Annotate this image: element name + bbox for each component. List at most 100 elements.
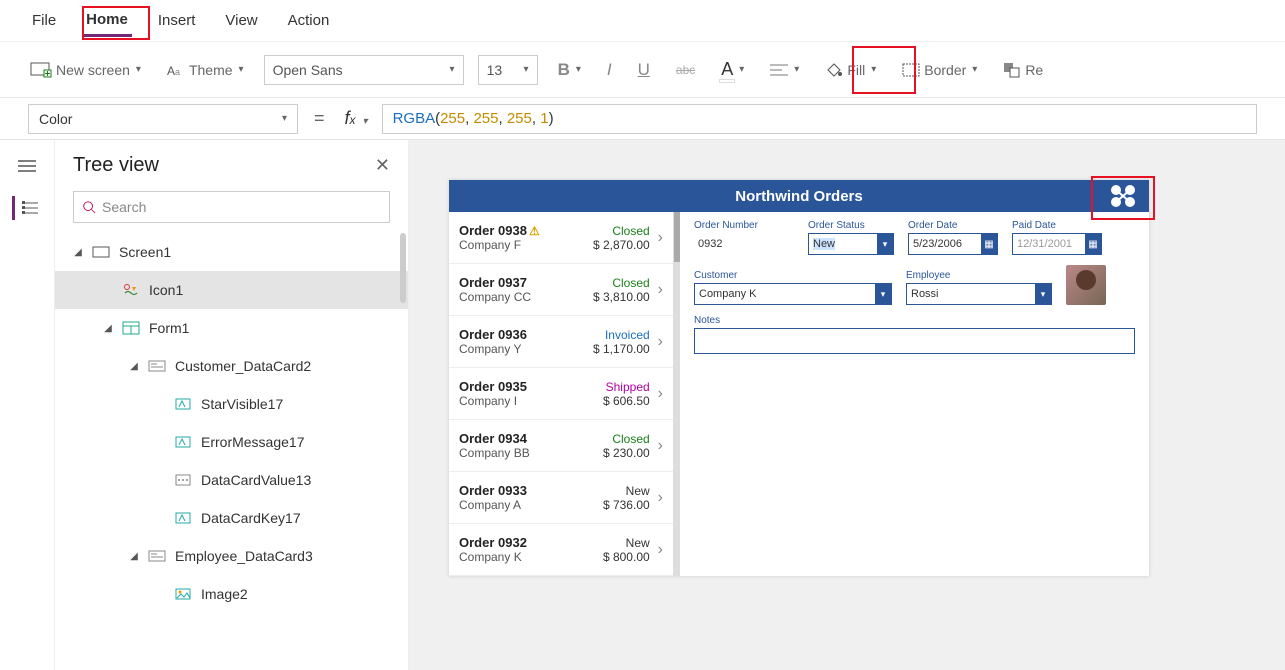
- tree-node-datacardkey[interactable]: DataCardKey17: [55, 499, 408, 537]
- font-color-button[interactable]: A ▾: [715, 55, 750, 85]
- theme-button[interactable]: Aa Theme ▾: [161, 55, 250, 85]
- app-header: Northwind Orders: [449, 180, 1149, 212]
- order-row[interactable]: Order 0935Company IShipped$ 606.50›: [449, 368, 673, 420]
- paid-date-input[interactable]: 12/31/2001▦: [1012, 233, 1102, 255]
- screen-icon: [91, 246, 111, 258]
- chevron-right-icon: ›: [658, 281, 663, 299]
- tree-node-label: Customer_DataCard2: [175, 358, 311, 374]
- order-row[interactable]: Order 0937Company CCClosed$ 3,810.00›: [449, 264, 673, 316]
- tree-node-label: Screen1: [119, 244, 171, 260]
- reorder-button[interactable]: Re: [997, 55, 1049, 85]
- order-company: Company A: [459, 498, 603, 512]
- formula-bar: Color ▾ = fx ▾ RGBA(255, 255, 255, 1): [0, 98, 1285, 140]
- rail-tree-view-icon[interactable]: [12, 196, 42, 220]
- svg-text:A: A: [167, 64, 175, 78]
- strikethrough-button[interactable]: abc: [670, 55, 701, 85]
- tab-view[interactable]: View: [221, 6, 261, 35]
- equals-label: =: [308, 108, 331, 129]
- underline-button[interactable]: U: [632, 55, 656, 85]
- fill-button[interactable]: Fill ▾: [819, 55, 882, 85]
- font-size-value: 13: [487, 62, 503, 78]
- label-icon: [173, 436, 193, 448]
- tree-node-label: ErrorMessage17: [201, 434, 305, 450]
- order-number-value: 0932: [694, 233, 794, 255]
- datacard-icon: [147, 550, 167, 562]
- property-select[interactable]: Color ▾: [28, 104, 298, 134]
- order-company: Company CC: [459, 290, 593, 304]
- border-button[interactable]: Border ▾: [896, 55, 983, 85]
- order-company: Company F: [459, 238, 593, 252]
- formula-token-fn: RGBA: [393, 110, 436, 127]
- canvas[interactable]: Northwind Orders Order 0938⚠Company FClo…: [409, 140, 1285, 670]
- order-amount: $ 2,870.00: [593, 238, 650, 252]
- tree-node-screen1[interactable]: ◢ Screen1: [55, 233, 408, 271]
- tree-node-employee-datacard[interactable]: ◢ Employee_DataCard3: [55, 537, 408, 575]
- app-corner-icon[interactable]: [1101, 182, 1145, 210]
- tree-node-datacardvalue[interactable]: DataCardValue13: [55, 461, 408, 499]
- reorder-label: Re: [1025, 62, 1043, 78]
- tab-insert[interactable]: Insert: [154, 6, 200, 35]
- fx-icon[interactable]: fx ▾: [341, 108, 372, 129]
- notes-input[interactable]: [694, 328, 1135, 354]
- tree-node-label: DataCardValue13: [201, 472, 311, 488]
- order-status-label: Order Status: [808, 220, 894, 231]
- order-number: Order 0936: [459, 327, 593, 342]
- font-size-select[interactable]: 13 ▾: [478, 55, 538, 85]
- order-status: New: [603, 536, 650, 550]
- tree: ◢ Screen1 Icon1 ◢ Form1 ◢ Customer_DataC…: [55, 233, 408, 670]
- new-screen-button[interactable]: New screen ▾: [24, 55, 147, 85]
- tree-node-errormessage[interactable]: ErrorMessage17: [55, 423, 408, 461]
- order-gallery[interactable]: Order 0938⚠Company FClosed$ 2,870.00› Ord…: [449, 212, 674, 576]
- order-row[interactable]: Order 0932Company KNew$ 800.00›: [449, 524, 673, 576]
- order-company: Company BB: [459, 446, 603, 460]
- order-row[interactable]: Order 0934Company BBClosed$ 230.00›: [449, 420, 673, 472]
- tab-action[interactable]: Action: [284, 6, 334, 35]
- order-row[interactable]: Order 0938⚠Company FClosed$ 2,870.00›: [449, 212, 673, 264]
- order-date-input[interactable]: 5/23/2006▦: [908, 233, 998, 255]
- tree-node-icon1[interactable]: Icon1: [55, 271, 408, 309]
- fill-label: Fill: [847, 62, 865, 78]
- italic-button[interactable]: I: [601, 55, 618, 85]
- rail-hamburger-icon[interactable]: [12, 154, 42, 178]
- customer-label: Customer: [694, 270, 892, 281]
- chevron-down-icon: ▾: [524, 64, 529, 75]
- tree-node-label: Employee_DataCard3: [175, 548, 313, 564]
- property-value: Color: [39, 111, 72, 127]
- close-icon[interactable]: ✕: [375, 155, 390, 176]
- tree-node-form1[interactable]: ◢ Form1: [55, 309, 408, 347]
- tree-scrollbar[interactable]: [400, 233, 406, 303]
- order-amount: $ 736.00: [603, 498, 650, 512]
- order-number: Order 0932: [459, 535, 603, 550]
- search-input[interactable]: Search: [73, 191, 390, 223]
- app-preview: Northwind Orders Order 0938⚠Company FClo…: [449, 180, 1149, 576]
- app-title: Northwind Orders: [735, 188, 863, 205]
- order-amount: $ 3,810.00: [593, 290, 650, 304]
- order-form: Order Number 0932 Order Status New▾ Orde…: [680, 212, 1149, 576]
- tree-node-label: DataCardKey17: [201, 510, 301, 526]
- tab-home[interactable]: Home: [82, 5, 132, 37]
- bold-button[interactable]: B▾: [552, 55, 587, 85]
- align-button[interactable]: ▾: [764, 55, 805, 85]
- tree-node-starvisible[interactable]: StarVisible17: [55, 385, 408, 423]
- formula-input[interactable]: RGBA(255, 255, 255, 1): [382, 104, 1257, 134]
- employee-avatar: [1066, 265, 1106, 305]
- tree-node-customer-datacard[interactable]: ◢ Customer_DataCard2: [55, 347, 408, 385]
- tree-node-label: Image2: [201, 586, 248, 602]
- tree-view-title: Tree view: [73, 154, 159, 177]
- chevron-down-icon: ▾: [136, 64, 141, 75]
- label-icon: [173, 398, 193, 410]
- chevron-right-icon: ›: [658, 489, 663, 507]
- main-area: Tree view ✕ Search ◢ Screen1 Icon1 ◢ For…: [0, 140, 1285, 670]
- left-rail: [0, 140, 55, 670]
- order-status: Invoiced: [593, 328, 650, 342]
- order-row[interactable]: Order 0933Company ANew$ 736.00›: [449, 472, 673, 524]
- order-status-select[interactable]: New▾: [808, 233, 894, 255]
- font-select[interactable]: Open Sans ▾: [264, 55, 464, 85]
- order-company: Company I: [459, 394, 603, 408]
- order-row[interactable]: Order 0936Company YInvoiced$ 1,170.00›: [449, 316, 673, 368]
- order-company: Company K: [459, 550, 603, 564]
- tree-node-image2[interactable]: Image2: [55, 575, 408, 613]
- tab-file[interactable]: File: [28, 6, 60, 35]
- employee-select[interactable]: Rossi▾: [906, 283, 1052, 305]
- customer-select[interactable]: Company K▾: [694, 283, 892, 305]
